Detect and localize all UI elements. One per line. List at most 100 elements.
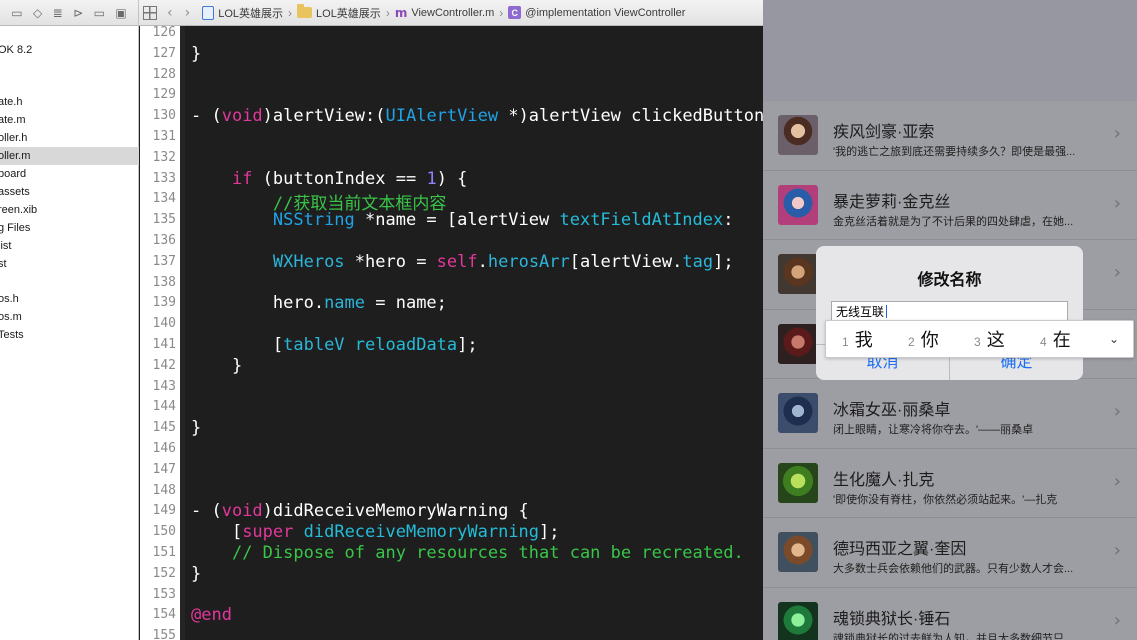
nav-item[interactable]: g Files <box>0 219 139 237</box>
jump-bar: ▭ ◇ ≣ ⊳ ▭ ▣ ‹ › LOL英雄展示 › LOL英雄展示 › m Vie… <box>0 0 763 26</box>
hero-avatar <box>778 532 818 572</box>
nav-item-selected[interactable]: oller.m <box>0 147 139 165</box>
hero-desc: 大多数士兵会依赖他们的武器。只有少数人才会... <box>833 563 1074 575</box>
ime-candidate[interactable]: 3这 <box>958 326 1024 352</box>
back-arrow-icon[interactable]: ‹ <box>167 5 173 21</box>
code-text: [super didReceiveMemoryWarning]; <box>191 522 560 543</box>
code-text: - (void)didReceiveMemoryWarning { <box>191 501 529 522</box>
nav-item[interactable]: ate.m <box>0 111 139 129</box>
hero-name: 疾风剑豪·亚索 <box>833 124 935 141</box>
table-row[interactable]: 魂锁典狱长·锤石 魂锁典狱长的过去鲜为人知，并且大多数细节只... › <box>763 587 1137 640</box>
crumb-symbol[interactable]: C @implementation ViewController <box>508 6 685 19</box>
nav-bar-area <box>763 0 1137 101</box>
nav-item-sdk[interactable]: OK 8.2 <box>0 41 139 59</box>
table-row[interactable]: 暴走萝莉·金克丝 金克丝活着就是为了不计后果的四处肆虐，在她... › <box>763 170 1137 240</box>
line-number: 142 <box>152 357 176 373</box>
chevron-right-icon: › <box>1113 401 1121 422</box>
code-text: } <box>191 418 202 439</box>
nav-item[interactable]: ate.h <box>0 93 139 111</box>
nav-item[interactable]: assets <box>0 183 139 201</box>
nav-item[interactable]: reen.xib <box>0 201 139 219</box>
ime-candidate[interactable]: 2你 <box>892 326 958 352</box>
class-icon: C <box>508 6 522 19</box>
line-number: 143 <box>152 378 176 394</box>
nav-item[interactable]: Tests <box>0 326 139 344</box>
line-number: 131 <box>152 129 176 144</box>
hero-name: 魂锁典狱长·锤石 <box>833 610 951 628</box>
nav-item[interactable]: oller.h <box>0 129 139 147</box>
crumb-file[interactable]: m ViewController.m <box>395 6 494 20</box>
code-text: WXHeros *hero = self.herosArr[alertView.… <box>272 251 734 272</box>
chevron-right-icon: › <box>1113 609 1121 631</box>
ime-candidate[interactable]: 1我 <box>826 326 892 352</box>
text-caret <box>886 305 888 318</box>
code-text: // Dispose of any resources that can be … <box>231 543 744 563</box>
crumb-project[interactable]: LOL英雄展示 <box>202 5 283 21</box>
issue-icon[interactable]: ⊳ <box>73 6 83 20</box>
line-number: 145 <box>152 420 176 436</box>
crumb-group[interactable]: LOL英雄展示 <box>297 4 381 21</box>
code-text: - (void)alertView:(UIAlertView *)alertVi… <box>191 106 763 127</box>
line-number: 136 <box>152 233 176 248</box>
nav-item[interactable]: list <box>0 237 139 255</box>
line-number: 147 <box>152 461 176 477</box>
hero-avatar <box>778 323 818 364</box>
nav-item[interactable]: st <box>0 255 139 273</box>
line-number: 138 <box>152 274 176 290</box>
log-icon[interactable]: ▣ <box>115 6 126 20</box>
nav-item[interactable]: os.m <box>0 308 139 326</box>
table-row[interactable]: 冰霜女巫·丽桑卓 闭上眼睛，让寒冷将你夺去。'——丽桑卓 › <box>763 379 1137 449</box>
line-number: 134 <box>152 191 176 207</box>
hero-name: 生化魔人·扎克 <box>833 471 935 489</box>
hero-name: 德玛西亚之翼·奎因 <box>833 541 967 558</box>
line-number: 153 <box>152 586 176 602</box>
chevron-right-icon: › <box>1113 262 1121 283</box>
table-row[interactable]: 生化魔人·扎克 '即使你没有脊柱，你依然必须站起来。'—扎克 › <box>763 448 1137 518</box>
hero-avatar <box>778 393 818 433</box>
ios-simulator: 疾风剑豪·亚索 '我的逃亡之旅到底还需要持续多久？即使是最强... › 暴走萝莉… <box>763 0 1137 640</box>
breakpoint-icon[interactable]: ▭ <box>94 6 105 20</box>
chevron-right-icon: › <box>1113 192 1121 214</box>
nav-item[interactable]: board <box>0 165 139 183</box>
folder-icon <box>297 4 313 18</box>
code-text: } <box>191 43 202 64</box>
chevron-right-icon: › <box>1113 470 1121 492</box>
alert-title: 修改名称 <box>917 272 982 289</box>
nav-item[interactable]: os.h <box>0 290 139 308</box>
code-text: [tableV reloadData]; <box>191 335 478 355</box>
line-number: 127 <box>152 45 176 61</box>
line-number: 128 <box>152 66 176 82</box>
code-text: hero.name = name; <box>191 293 447 314</box>
line-number: 126 <box>152 26 176 40</box>
forward-arrow-icon[interactable]: › <box>185 5 191 21</box>
hero-desc: '即使你没有脊柱，你依然必须站起来。'—扎克 <box>833 493 1058 506</box>
alert-field-value: 无线互联 <box>836 305 885 319</box>
line-number: 155 <box>152 628 176 640</box>
related-items-icon[interactable] <box>143 5 157 20</box>
table-row[interactable]: 疾风剑豪·亚索 '我的逃亡之旅到底还需要持续多久？即使是最强... › <box>763 101 1137 171</box>
line-number: 137 <box>152 253 176 269</box>
code-text: @end <box>191 605 232 626</box>
chevron-down-icon[interactable]: ⌄ <box>1109 332 1119 346</box>
folder-icon[interactable]: ▭ <box>11 6 22 20</box>
breadcrumb: LOL英雄展示 › LOL英雄展示 › m ViewController.m › … <box>196 0 685 26</box>
code-text: } <box>191 563 202 584</box>
line-number: 140 <box>152 316 176 332</box>
table-row[interactable]: 德玛西亚之翼·奎因 大多数士兵会依赖他们的武器。只有少数人才会... › <box>763 518 1137 588</box>
navigator-tabs: ▭ ◇ ≣ ⊳ ▭ ▣ <box>0 0 139 26</box>
line-number: 151 <box>152 545 176 560</box>
line-number: 132 <box>152 149 176 165</box>
line-number: 148 <box>152 482 176 498</box>
ime-candidate[interactable]: 4在 <box>1024 326 1090 352</box>
code-editor[interactable]: 126 127} 128 129 130 - (void)alertView:(U… <box>140 26 763 640</box>
code-text: } <box>191 355 243 376</box>
line-number: 129 <box>152 87 176 103</box>
line-number: 139 <box>152 295 176 311</box>
chevron-right-icon: › <box>1113 123 1121 144</box>
find-icon[interactable]: ≣ <box>53 6 63 20</box>
rename-alert: 修改名称 无线互联 取消 确定 <box>816 246 1083 380</box>
line-number: 146 <box>152 441 176 456</box>
ime-candidate-bar: 1我 2你 3这 4在 ⌄ <box>825 320 1134 358</box>
symbol-icon[interactable]: ◇ <box>33 6 42 20</box>
hero-desc: 闭上眼睛，让寒冷将你夺去。'——丽桑卓 <box>833 424 1034 436</box>
